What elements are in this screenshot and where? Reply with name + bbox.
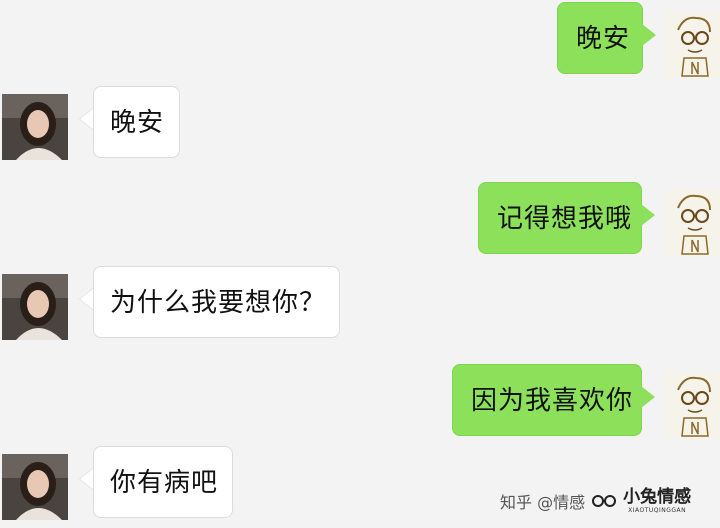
zhihu-watermark-text: 知乎 @情感 (500, 493, 586, 512)
message-text: 晚安 (110, 108, 165, 138)
watermark: 知乎 @情感 小兔情感 XIAOTUQINGGAN (500, 483, 691, 519)
outgoing-message-bubble[interactable]: 因为我喜欢你 (452, 364, 642, 436)
sketch-avatar-icon (666, 190, 720, 256)
chat-window: 晚安 晚安 记得想我哦 为什么我要想你？ 因为我喜欢你 你有病吧 知乎 @情感 … (0, 0, 720, 528)
brand-name: 小兔情感 (623, 486, 692, 507)
incoming-message-bubble[interactable]: 晚安 (93, 86, 180, 158)
contact-avatar-photo[interactable] (2, 454, 68, 520)
sketch-avatar-icon (666, 12, 720, 78)
outgoing-message-bubble[interactable]: 记得想我哦 (478, 182, 642, 254)
portrait-avatar-icon (2, 94, 68, 160)
bubble-tail (641, 386, 655, 408)
user-avatar-sketch[interactable] (666, 372, 720, 438)
message-row: 晚安 (0, 0, 720, 80)
brand-logo: 小兔情感 XIAOTUQINGGAN (623, 486, 692, 514)
message-row: 晚安 (0, 84, 720, 164)
outgoing-message-bubble[interactable]: 晚安 (557, 2, 643, 74)
incoming-message-bubble[interactable]: 你有病吧 (93, 446, 233, 518)
message-row: 因为我喜欢你 (0, 362, 720, 442)
bubble-tail (641, 204, 655, 226)
message-text: 为什么我要想你？ (110, 288, 327, 318)
message-text: 因为我喜欢你 (471, 386, 634, 416)
message-text: 记得想我哦 (497, 204, 633, 234)
sketch-avatar-icon (666, 372, 720, 438)
bubble-tail (80, 288, 94, 310)
message-text: 你有病吧 (110, 468, 219, 498)
bubble-tail (80, 468, 94, 490)
contact-avatar-photo[interactable] (2, 274, 68, 340)
incoming-message-bubble[interactable]: 为什么我要想你？ (93, 266, 340, 338)
bubble-tail (80, 108, 94, 130)
portrait-avatar-icon (2, 454, 68, 520)
message-row: 记得想我哦 (0, 180, 720, 260)
user-avatar-sketch[interactable] (666, 12, 720, 78)
brand-subtitle: XIAOTUQINGGAN (628, 506, 687, 514)
bubble-tail (642, 24, 656, 46)
glasses-icon (592, 495, 617, 507)
portrait-avatar-icon (2, 274, 68, 340)
contact-avatar-photo[interactable] (2, 94, 68, 160)
message-text: 晚安 (576, 24, 631, 54)
user-avatar-sketch[interactable] (666, 190, 720, 256)
message-row: 为什么我要想你？ (0, 264, 720, 344)
